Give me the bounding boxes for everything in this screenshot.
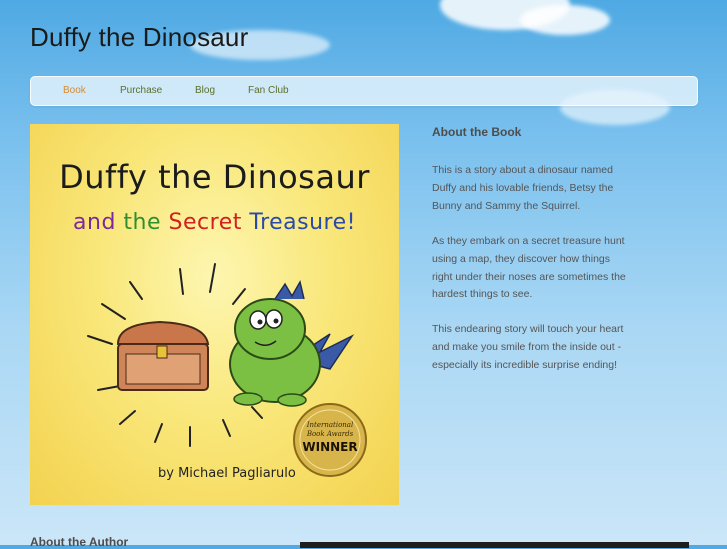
- about-author-heading: About the Author: [30, 535, 129, 549]
- book-cover-image: Duffy the Dinosaur and the Secret Treasu…: [30, 124, 399, 505]
- nav-item-book[interactable]: Book: [63, 85, 86, 96]
- dinosaur-duffy: [229, 279, 355, 407]
- cloud: [520, 5, 610, 35]
- nav-item-blog[interactable]: Blog: [195, 85, 215, 96]
- award-seal-main: WINNER: [302, 440, 358, 454]
- treasure-chest: [116, 320, 210, 391]
- about-book-paragraph: As they embark on a secret treasure hunt…: [432, 235, 626, 301]
- award-seal-middle: Book Awards: [306, 430, 354, 438]
- nav-item-purchase[interactable]: Purchase: [120, 85, 162, 96]
- award-seal-top: International: [306, 421, 354, 429]
- main-nav: Book Purchase Blog Fan Club: [30, 76, 698, 106]
- about-book-paragraph: This is a story about a dinosaur named D…: [432, 164, 614, 212]
- about-book-paragraph: This endearing story will touch your hea…: [432, 323, 624, 371]
- site-title[interactable]: Duffy the Dinosaur: [30, 22, 248, 53]
- cover-author: by Michael Pagliarulo: [158, 466, 296, 481]
- nav-item-fan-club[interactable]: Fan Club: [248, 85, 289, 96]
- about-book-heading: About the Book: [432, 125, 522, 139]
- video-player[interactable]: [300, 542, 689, 548]
